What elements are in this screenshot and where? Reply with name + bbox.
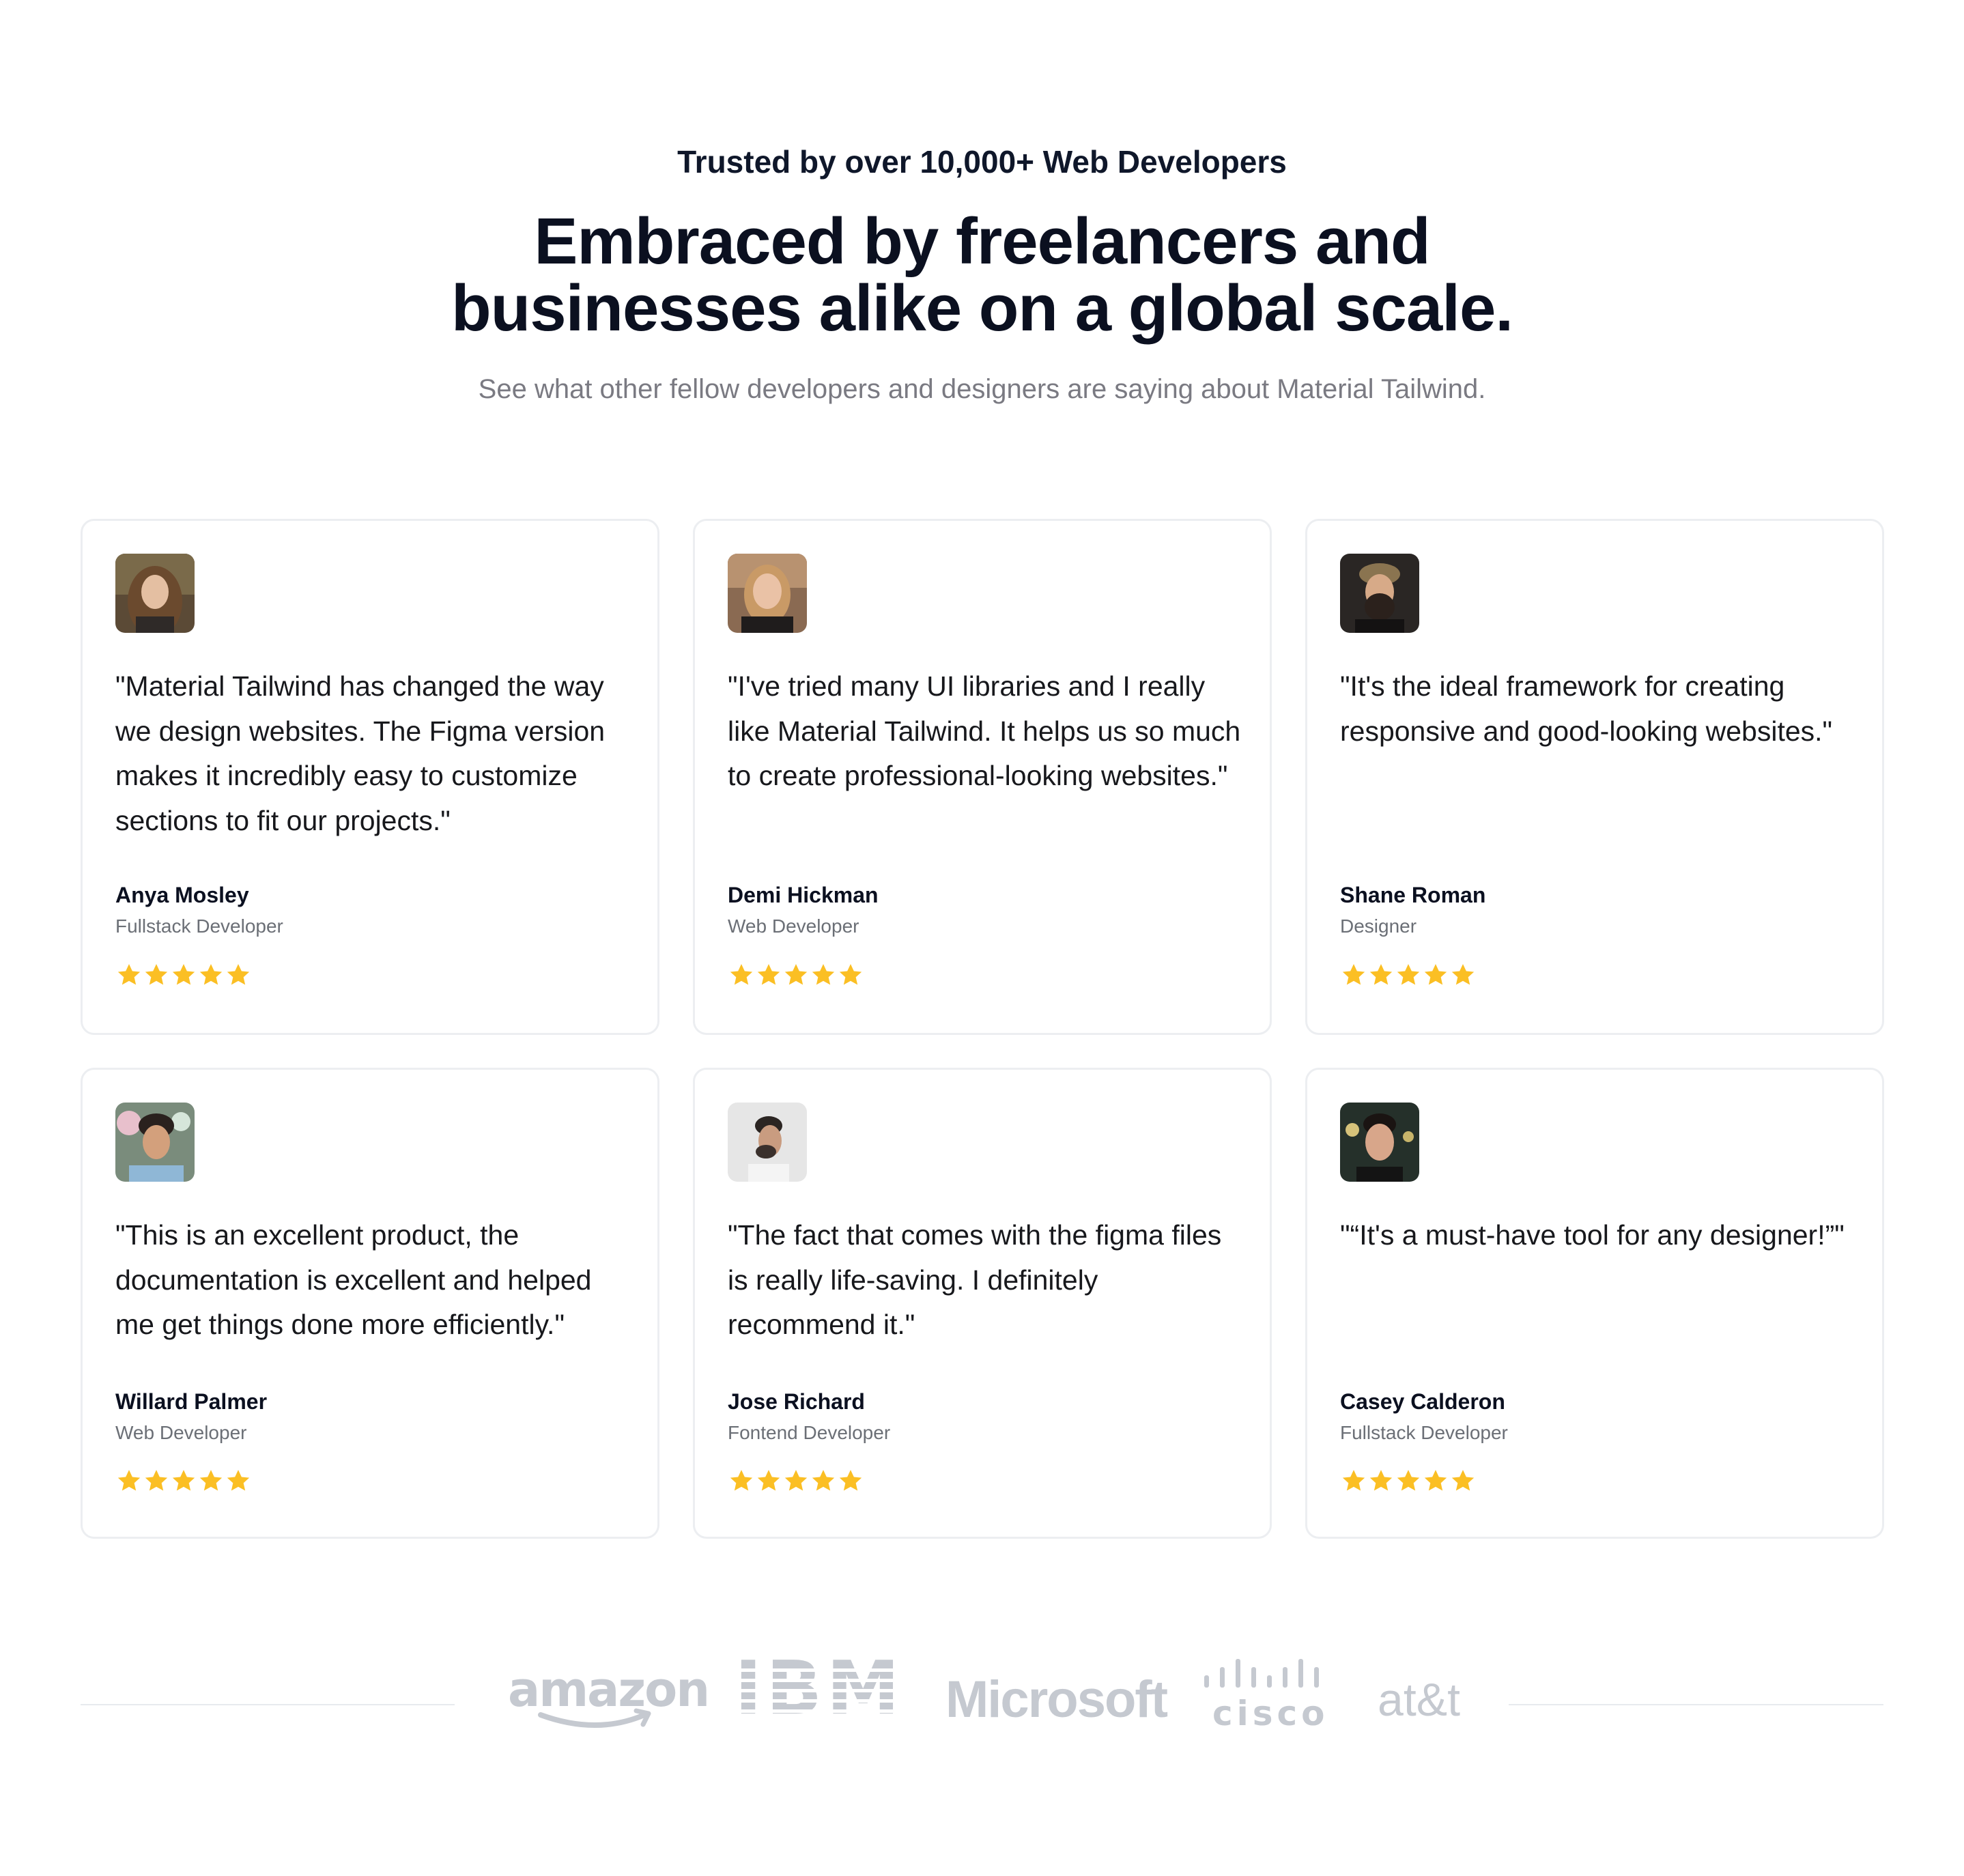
testimonial-quote: "“It's a must-have tool for any designer… — [1340, 1219, 1845, 1251]
star-icon — [172, 964, 195, 985]
testimonial-card: "It's the ideal framework for creating r… — [1305, 519, 1884, 1035]
microsoft-logo: Microsoft — [945, 1671, 1168, 1729]
star-icon — [1369, 964, 1393, 985]
star-icon — [757, 964, 780, 985]
testimonial-quote: "This is an excellent product, the docum… — [115, 1219, 592, 1340]
star-icon — [227, 964, 250, 985]
testimonials-page: Trusted by over 10,000+ Web Developers E… — [0, 0, 1964, 1876]
star-icon — [839, 1470, 862, 1491]
star-icon — [117, 964, 141, 985]
star-icon — [1424, 964, 1447, 985]
star-icon — [757, 1470, 780, 1491]
star-icon — [199, 964, 223, 985]
author-name: Shane Roman — [1340, 883, 1486, 907]
star-icon — [1397, 964, 1420, 985]
avatar — [1340, 554, 1419, 633]
star-rating — [115, 1467, 252, 1494]
author-name: Anya Mosley — [115, 883, 249, 907]
ibm-logo: IBM — [735, 1652, 900, 1737]
author-name: Willard Palmer — [115, 1389, 268, 1414]
divider-right — [1509, 1704, 1883, 1705]
author-role: Fullstack Developer — [115, 915, 283, 937]
star-icon — [1424, 1470, 1447, 1491]
divider-left — [81, 1704, 455, 1705]
star-rating — [115, 961, 252, 989]
star-icon — [730, 1470, 753, 1491]
star-rating — [1340, 961, 1477, 989]
star-icon — [839, 964, 862, 985]
testimonial-quote: "I've tried many UI libraries and I real… — [728, 670, 1241, 791]
star-rating — [728, 961, 864, 989]
star-icon — [1451, 1470, 1475, 1491]
testimonial-quote: "The fact that comes with the figma file… — [728, 1219, 1222, 1340]
section-headline: Embraced by freelancers and businesses a… — [0, 208, 1964, 342]
author-role: Designer — [1340, 915, 1417, 937]
brand-logos: amazon IBM Microsoft cisco at&t — [0, 1638, 1964, 1775]
star-icon — [199, 1470, 223, 1491]
star-icon — [1397, 1470, 1420, 1491]
author-name: Demi Hickman — [728, 883, 879, 907]
headline-line-1: Embraced by freelancers and — [534, 205, 1430, 278]
cisco-logo-text: cisco — [1212, 1694, 1329, 1733]
author-role: Fontend Developer — [728, 1422, 891, 1443]
author-role: Fullstack Developer — [1340, 1422, 1508, 1443]
star-icon — [145, 964, 168, 985]
section-subtitle: See what other fellow developers and des… — [478, 374, 1486, 404]
avatar — [728, 554, 807, 633]
star-icon — [784, 964, 808, 985]
avatar — [728, 1103, 807, 1182]
amazon-logo-text: amazon — [508, 1662, 710, 1718]
headline-line-2: businesses alike on a global scale. — [451, 272, 1513, 345]
testimonial-card: "Material Tailwind has changed the way w… — [81, 519, 659, 1035]
star-icon — [1369, 1470, 1393, 1491]
star-rating — [1340, 1467, 1477, 1494]
amazon-logo: amazon — [508, 1662, 710, 1741]
star-icon — [812, 964, 835, 985]
star-rating — [728, 1467, 864, 1494]
star-icon — [145, 1470, 168, 1491]
cisco-logo: cisco — [1201, 1658, 1325, 1739]
author-name: Jose Richard — [728, 1389, 865, 1414]
star-icon — [227, 1470, 250, 1491]
eyebrow-text: Trusted by over 10,000+ Web Developers — [677, 144, 1287, 180]
avatar — [115, 1103, 195, 1182]
author-role: Web Developer — [728, 915, 859, 937]
testimonial-quote: "It's the ideal framework for creating r… — [1340, 670, 1833, 747]
avatar — [1340, 1103, 1419, 1182]
star-icon — [784, 1470, 808, 1491]
star-icon — [1342, 964, 1365, 985]
avatar — [115, 554, 195, 633]
testimonial-card: "“It's a must-have tool for any designer… — [1305, 1068, 1884, 1539]
author-role: Web Developer — [115, 1422, 247, 1443]
star-icon — [1342, 1470, 1365, 1491]
testimonial-quote: "Material Tailwind has changed the way w… — [115, 670, 606, 836]
author-name: Casey Calderon — [1340, 1389, 1505, 1414]
star-icon — [117, 1470, 141, 1491]
testimonial-card: "The fact that comes with the figma file… — [693, 1068, 1272, 1539]
testimonial-card: "I've tried many UI libraries and I real… — [693, 519, 1272, 1035]
star-icon — [730, 964, 753, 985]
att-logo: at&t — [1378, 1674, 1460, 1726]
star-icon — [812, 1470, 835, 1491]
star-icon — [172, 1470, 195, 1491]
star-icon — [1451, 964, 1475, 985]
testimonial-card: "This is an excellent product, the docum… — [81, 1068, 659, 1539]
